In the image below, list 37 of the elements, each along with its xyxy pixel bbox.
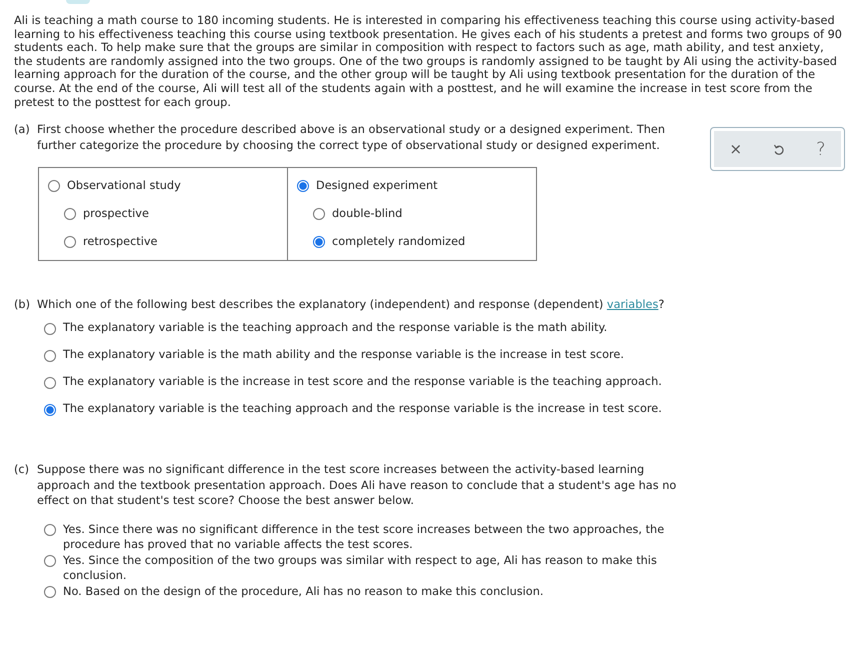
option-label[interactable]: The explanatory variable is the math ability and the response variable is the increase in test score. <box>63 348 624 362</box>
help-button[interactable]: ? <box>812 137 830 162</box>
radio-button[interactable] <box>313 208 325 220</box>
radio-button[interactable] <box>48 180 60 192</box>
part-label: (b) <box>14 297 31 314</box>
radio-button[interactable] <box>44 586 56 598</box>
radio-button[interactable] <box>44 323 56 336</box>
option-label[interactable]: retrospective <box>83 235 158 250</box>
part-label: (c) <box>14 462 30 478</box>
radio-button[interactable] <box>44 404 56 416</box>
problem-text: Ali is teaching a math course to 180 incoming students. He is interested in comparing his effectiveness teaching this course using activity-based learning to his effectiveness teaching this course using textbook presentation. He gives each of his students a pretest and forms two groups of 90 students each. To help make sure that the groups are similar in composition with respect to factors such as age, math ability, and test anxiety, the students are randomly assigned into the two groups. One of the two groups is randomly assigned to be taught by Ali using the activity-based learning approach for the duration of the course, and the other group will be taught by Ali using textbook presentation for the duration of the course. At the end of the course, Ali will test all of the students again with a posttest, and he will examine the increase in test score from the pretest to the posttest for each group. <box>14 14 842 110</box>
option-label[interactable]: Designed experiment <box>316 179 438 194</box>
option-label[interactable]: The explanatory variable is the increase in test score and the response variable is the teaching approach. <box>63 375 662 390</box>
clear-button[interactable]: × <box>725 137 746 162</box>
part-label: (a) <box>14 122 31 138</box>
option-label[interactable]: completely randomized <box>332 235 466 250</box>
radio-button[interactable] <box>64 236 76 248</box>
question-text: First choose whether the procedure described above is an observational study or a designed experiment. Then further categorize the procedure by choosing the correct type of observational study or designed experiment. <box>37 122 666 154</box>
option-label[interactable]: No. Based on the design of the procedure, Ali has no reason to make this conclusion. <box>63 584 679 600</box>
radio-button[interactable] <box>313 236 325 248</box>
radio-button[interactable] <box>44 350 56 362</box>
glossary-link[interactable]: variables <box>606 298 658 312</box>
question-text: Suppose there was no significant difference in the test score increases between the activity-based learning approach and the textbook presentation approach. Does Ali have reason to conclude that a student's age has no effect on that student's test score? Choose the best answer below. <box>37 462 678 509</box>
undo-icon <box>773 142 785 156</box>
radio-button[interactable] <box>44 377 56 390</box>
option-label[interactable]: double-blind <box>332 207 402 222</box>
radio-button[interactable] <box>64 208 76 220</box>
option-label[interactable]: Observational study <box>67 179 181 194</box>
radio-button[interactable] <box>44 554 56 567</box>
option-label[interactable]: Yes. Since there was no significant difference in the test score increases between the two approaches, the procedure has proved that no variable affects the test scores. <box>63 522 679 553</box>
radio-button[interactable] <box>44 524 56 536</box>
option-label[interactable]: Yes. Since the composition of the two groups was similar with respect to age, Ali has reason to make this conclusion. <box>63 552 679 584</box>
radio-button[interactable] <box>297 180 309 192</box>
option-label[interactable]: The explanatory variable is the teaching approach and the response variable is the math ability. <box>63 321 608 336</box>
option-label[interactable]: The explanatory variable is the teaching approach and the response variable is the increase in test score. <box>63 402 662 416</box>
question-text: Which one of the following best describes the explanatory (independent) and response (dependent) variables? <box>37 297 666 314</box>
option-label[interactable]: prospective <box>83 207 149 222</box>
